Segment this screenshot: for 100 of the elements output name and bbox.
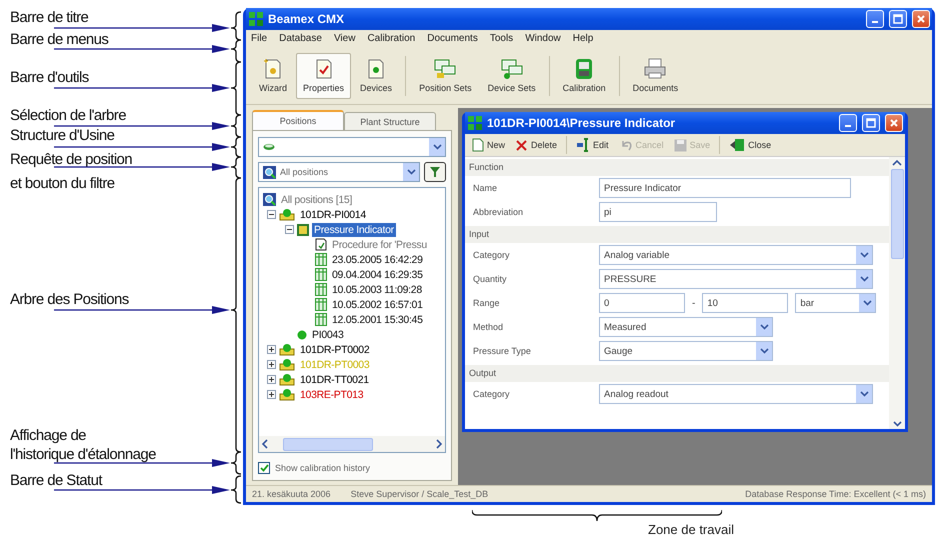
dropdown-button[interactable] [856,270,872,288]
callout-label: Barre d'outils [10,69,89,87]
callout-label: Barre de titre [10,9,88,27]
scroll-thumb[interactable] [890,169,904,259]
toolbar-button[interactable]: Close [725,138,776,152]
printer-icon [643,58,668,80]
tree-item[interactable]: 09.04.2004 16:29:35 [330,268,425,282]
text-field[interactable]: pi [599,202,717,222]
menu-item[interactable]: Help [572,33,594,44]
vertical-scrollbar[interactable] [889,157,905,429]
tree-item[interactable]: 101DR-PI0014 [298,208,368,222]
toolbar-button[interactable]: Properties [296,52,352,98]
tree-item[interactable]: 12.05.2001 15:30:45 [330,312,425,326]
toolbar-button[interactable]: Wizard [252,52,294,98]
close-button[interactable] [885,114,903,132]
tree-item[interactable]: 23.05.2005 16:42:29 [330,252,425,266]
range-separator: - [692,298,696,308]
tree-item[interactable]: 101DR-TT0021 [298,372,371,386]
dropdown-button[interactable] [429,138,445,156]
minimize-button[interactable] [866,10,884,28]
tree-item[interactable]: 103RE-PT013 [298,388,366,402]
range-to-field[interactable]: 10 [702,293,788,313]
magnifier-icon [263,166,276,178]
menu-item[interactable]: Tools [490,33,514,44]
filter-button[interactable] [424,162,446,182]
section-header: Output [465,365,889,382]
text-field[interactable]: Pressure Indicator [599,178,851,198]
history-checkbox[interactable]: Show calibration history [258,462,446,474]
new-document-icon [472,138,484,152]
dropdown-button[interactable] [856,385,872,403]
select-field[interactable]: Analog readout [599,384,873,404]
expander-icon[interactable] [267,360,276,369]
toolbar-button[interactable]: Delete [511,138,562,152]
menu-item[interactable]: View [334,33,356,44]
query-combo[interactable]: All positions [258,162,420,182]
toolbar-button[interactable]: Position Sets [412,52,479,98]
dropdown-button[interactable] [403,163,419,181]
menu-item[interactable]: File [251,33,268,44]
toolbar-button[interactable]: New [468,138,510,152]
select-field[interactable]: PRESSURE [599,269,873,289]
dropdown-button[interactable] [756,318,772,336]
horizontal-scrollbar[interactable] [259,436,445,452]
chevron-down-icon [760,324,768,330]
unit-select[interactable]: bar [795,293,876,313]
expander-icon[interactable] [267,210,276,219]
scroll-left-icon [261,439,269,449]
field-label: Quantity [473,274,508,284]
toolbar-button[interactable]: Edit [572,138,613,152]
menu-item[interactable]: Database [279,33,322,44]
toolbar-button[interactable]: Calibration [556,52,613,98]
select-field[interactable]: Analog variable [599,245,873,265]
field-label: Abbreviation [473,207,524,217]
status-response-time: Database Response Time: Excellent (< 1 ms) [745,489,926,499]
close-button[interactable] [912,10,930,28]
maximize-button[interactable] [862,114,880,132]
close-icon [889,118,899,128]
window-title: Beamex CMX [268,12,346,26]
expander-icon[interactable] [285,225,294,234]
position-icon [279,373,295,386]
tree-item[interactable]: 10.05.2002 16:57:01 [330,298,425,312]
range-from-field[interactable]: 0 [599,293,685,313]
dropdown-button[interactable] [756,342,772,360]
select-field[interactable]: Gauge [599,341,773,361]
tree-item[interactable]: 101DR-PT0002 [298,342,372,356]
plant-structure-combo[interactable] [258,137,446,157]
dropdown-button[interactable] [859,294,876,312]
expander-icon[interactable] [267,390,276,399]
status-date: 21. kesäkuuta 2006 [252,489,331,499]
position-icon [279,208,295,221]
expander-icon[interactable] [267,345,276,354]
tab[interactable]: Plant Structure [344,112,436,130]
checkbox[interactable] [258,462,270,474]
delete-icon [515,138,528,152]
toolbar-button[interactable]: Documents [626,52,686,98]
magnifier-icon [263,193,276,206]
result-table-icon [315,313,327,326]
tree-item[interactable]: 10.05.2003 11:09:28 [330,282,424,296]
menu-item[interactable]: Documents [427,33,478,44]
position-sets-icon [433,58,458,80]
expander-icon[interactable] [267,375,276,384]
minimize-button[interactable] [839,114,857,132]
toolbar-button[interactable]: Devices [353,52,400,98]
tab[interactable]: Positions [252,110,344,130]
exit-door-icon [729,138,746,152]
field-label: Name [473,183,498,193]
tree-item[interactable]: PI0043 [310,328,346,342]
dropdown-button[interactable] [856,246,872,264]
query-value: All positions [280,167,330,177]
field-label: Range [473,298,501,308]
menu-item[interactable]: Calibration [367,33,416,44]
select-field[interactable]: Measured [599,317,773,337]
toolbar-button[interactable]: Device Sets [480,52,543,98]
section-header: Input [465,226,889,243]
tree-item[interactable]: Procedure for 'Pressu [330,238,429,252]
maximize-button[interactable] [889,10,907,28]
menu-item[interactable]: Window [525,33,561,44]
position-icon [279,388,295,401]
scroll-thumb[interactable] [283,438,373,450]
tree-item[interactable]: All positions [15] [279,192,354,206]
tree-item[interactable]: Pressure Indicator [312,222,396,236]
